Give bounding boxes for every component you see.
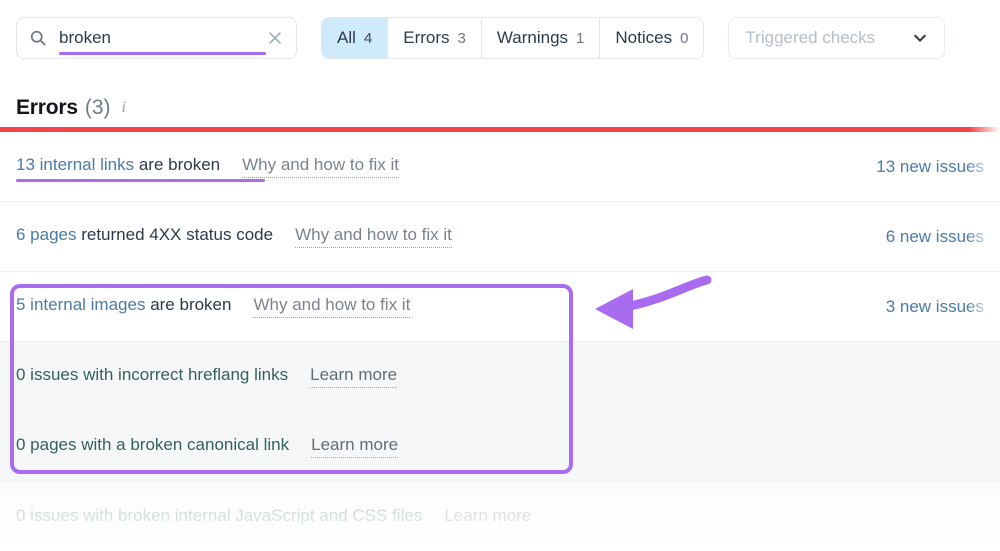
triggered-checks-dropdown[interactable]: Triggered checks <box>728 17 945 59</box>
toolbar: broken All 4 Errors 3 Warnings 1 Notices… <box>0 0 1000 75</box>
tab-notices-label: Notices <box>615 18 672 58</box>
tab-errors[interactable]: Errors 3 <box>388 18 482 58</box>
issue-link-count[interactable]: 5 internal images <box>16 295 145 314</box>
tab-all-label: All <box>337 18 356 58</box>
tab-warnings-count: 1 <box>576 19 584 59</box>
issue-title: 0 issues with broken internal JavaScript… <box>16 506 422 526</box>
issue-title[interactable]: 6 pages returned 4XX status code <box>16 225 273 245</box>
issue-title-rest: are broken <box>134 155 220 174</box>
tab-notices[interactable]: Notices 0 <box>600 18 703 58</box>
issue-title: 0 pages with a broken canonical link <box>16 435 289 455</box>
learn-more-link[interactable]: Learn more <box>311 435 398 458</box>
page-title: Errors <box>16 96 78 120</box>
why-and-how-to-fix-it-link[interactable]: Why and how to fix it <box>253 295 410 318</box>
issue-link-count[interactable]: 13 internal links <box>16 155 134 174</box>
new-issues-count[interactable]: 3 new issues <box>886 297 984 317</box>
issue-link-count[interactable]: 6 pages <box>16 225 77 244</box>
tab-errors-label: Errors <box>403 18 449 58</box>
search-icon <box>29 29 47 47</box>
search-term-underline <box>59 52 266 55</box>
issue-main: 0 issues with incorrect hreflang links L… <box>16 365 984 388</box>
table-row[interactable]: 13 internal links are broken Why and how… <box>0 132 1000 202</box>
issue-title-rest: are broken <box>145 295 231 314</box>
learn-more-link[interactable]: Learn more <box>444 506 531 529</box>
issue-main: 0 issues with broken internal JavaScript… <box>16 506 984 529</box>
tab-errors-count: 3 <box>458 19 466 59</box>
why-and-how-to-fix-it-link[interactable]: Why and how to fix it <box>242 155 399 178</box>
table-row[interactable]: 6 pages returned 4XX status code Why and… <box>0 202 1000 272</box>
issue-match-underline <box>16 179 265 182</box>
issue-main: 13 internal links are broken Why and how… <box>16 155 876 178</box>
section-header: Errors (3) i <box>0 75 1000 127</box>
new-issues-count[interactable]: 6 new issues <box>886 227 984 247</box>
issue-main: 6 pages returned 4XX status code Why and… <box>16 225 886 248</box>
chevron-down-icon <box>912 30 928 46</box>
tab-notices-count: 0 <box>680 19 688 59</box>
tab-all-count: 4 <box>364 19 372 59</box>
issue-title[interactable]: 13 internal links are broken <box>16 155 220 175</box>
triggered-checks-label: Triggered checks <box>745 28 875 48</box>
table-row[interactable]: 5 internal images are broken Why and how… <box>0 272 1000 342</box>
tab-all[interactable]: All 4 <box>322 18 388 58</box>
close-icon[interactable] <box>266 29 284 47</box>
tab-warnings[interactable]: Warnings 1 <box>482 18 601 58</box>
issue-list: 13 internal links are broken Why and how… <box>0 132 1000 551</box>
new-issues-count[interactable]: 13 new issues <box>876 157 984 177</box>
issue-main: 0 pages with a broken canonical link Lea… <box>16 435 984 458</box>
filter-tabs: All 4 Errors 3 Warnings 1 Notices 0 <box>321 17 704 59</box>
issue-title: 0 issues with incorrect hreflang links <box>16 365 288 385</box>
info-icon[interactable]: i <box>122 99 126 117</box>
search-value-wrap: broken <box>59 27 266 49</box>
tab-warnings-label: Warnings <box>497 18 568 58</box>
search-input[interactable]: broken <box>16 17 297 59</box>
learn-more-link[interactable]: Learn more <box>310 365 397 388</box>
table-row[interactable]: 0 issues with broken internal JavaScript… <box>0 482 1000 551</box>
section-count: (3) <box>85 96 111 120</box>
table-row[interactable]: 0 pages with a broken canonical link Lea… <box>0 412 1000 482</box>
issue-title-rest: returned 4XX status code <box>77 225 274 244</box>
search-value: broken <box>59 27 111 49</box>
table-row[interactable]: 0 issues with incorrect hreflang links L… <box>0 342 1000 412</box>
why-and-how-to-fix-it-link[interactable]: Why and how to fix it <box>295 225 452 248</box>
issue-main: 5 internal images are broken Why and how… <box>16 295 886 318</box>
issue-title[interactable]: 5 internal images are broken <box>16 295 231 315</box>
